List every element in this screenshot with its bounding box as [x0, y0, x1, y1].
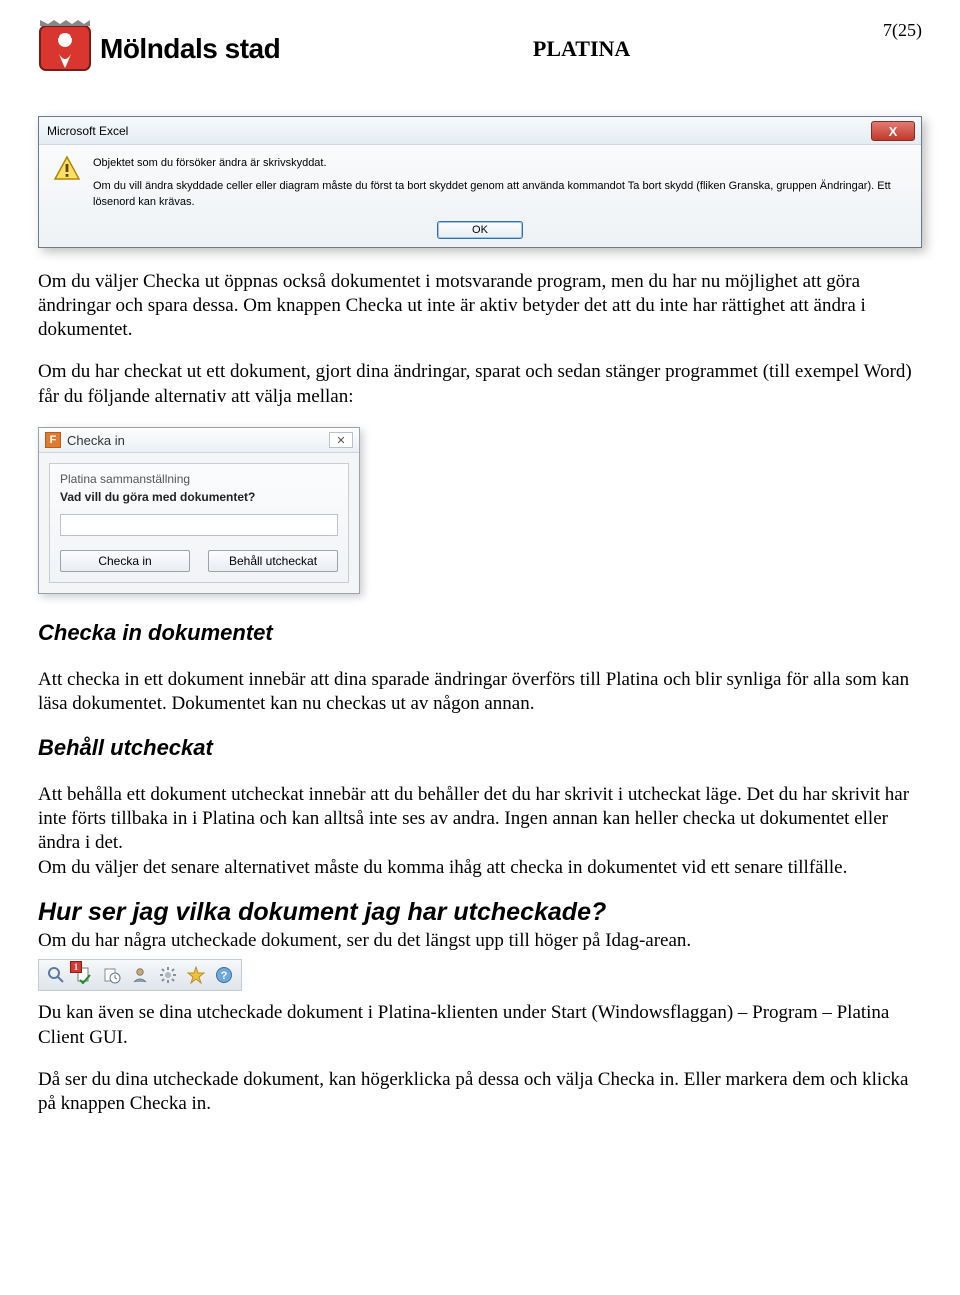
user-icon[interactable] — [128, 963, 152, 987]
logo-text: Mölndals stad — [100, 33, 280, 65]
page-title: PLATINA — [280, 36, 883, 62]
excel-dialog-title: Microsoft Excel — [47, 124, 128, 138]
paragraph-1: Om du väljer Checka ut öppnas också doku… — [38, 270, 922, 343]
logo: Mölndals stad — [38, 18, 280, 80]
heading-hur-ser-jag: Hur ser jag vilka dokument jag har utche… — [38, 898, 922, 927]
gear-icon[interactable] — [156, 963, 180, 987]
ok-button[interactable]: OK — [437, 221, 523, 239]
section2-text: Att behålla ett dokument utcheckat inneb… — [38, 783, 922, 880]
idag-toolbar: 1 ? — [38, 959, 242, 991]
close-button[interactable]: X — [871, 121, 915, 141]
app-icon: F — [45, 432, 61, 448]
svg-text:?: ? — [221, 970, 228, 982]
star-icon[interactable] — [184, 963, 208, 987]
section3-text3: Då ser du dina utcheckade dokument, kan … — [38, 1068, 922, 1117]
heading-checka-in: Checka in dokumentet — [38, 620, 922, 646]
close-button[interactable]: ✕ — [329, 432, 353, 448]
checka-input[interactable] — [60, 514, 338, 536]
checked-out-documents-icon[interactable]: 1 — [72, 963, 96, 987]
section3-text2: Du kan även se dina utcheckade dokument … — [38, 1001, 922, 1050]
badge-count: 1 — [70, 961, 82, 973]
checka-in-dialog: F Checka in ✕ Platina sammanställning Va… — [38, 427, 360, 594]
help-icon[interactable]: ? — [212, 963, 236, 987]
page-number: 7(25) — [883, 20, 922, 41]
search-icon[interactable] — [44, 963, 68, 987]
checka-subtitle: Platina sammanställning — [60, 472, 338, 486]
excel-warning-dialog: Microsoft Excel X Objektet som du försök… — [38, 116, 922, 248]
behall-utcheckat-button[interactable]: Behåll utcheckat — [208, 550, 338, 572]
excel-msg-1: Objektet som du försöker ändra är skrivs… — [93, 155, 907, 172]
coat-of-arms-icon — [38, 18, 92, 80]
checka-dialog-title: Checka in — [67, 433, 125, 448]
checka-in-button[interactable]: Checka in — [60, 550, 190, 572]
section1-text: Att checka in ett dokument innebär att d… — [38, 668, 922, 717]
heading-behall: Behåll utcheckat — [38, 735, 922, 761]
section3-text1: Om du har några utcheckade dokument, ser… — [38, 929, 922, 953]
excel-msg-2: Om du vill ändra skyddade celler eller d… — [93, 178, 907, 211]
warning-icon — [53, 155, 81, 211]
paragraph-2: Om du har checkat ut ett dokument, gjort… — [38, 360, 922, 409]
history-icon[interactable] — [100, 963, 124, 987]
checka-question: Vad vill du göra med dokumentet? — [60, 490, 338, 504]
